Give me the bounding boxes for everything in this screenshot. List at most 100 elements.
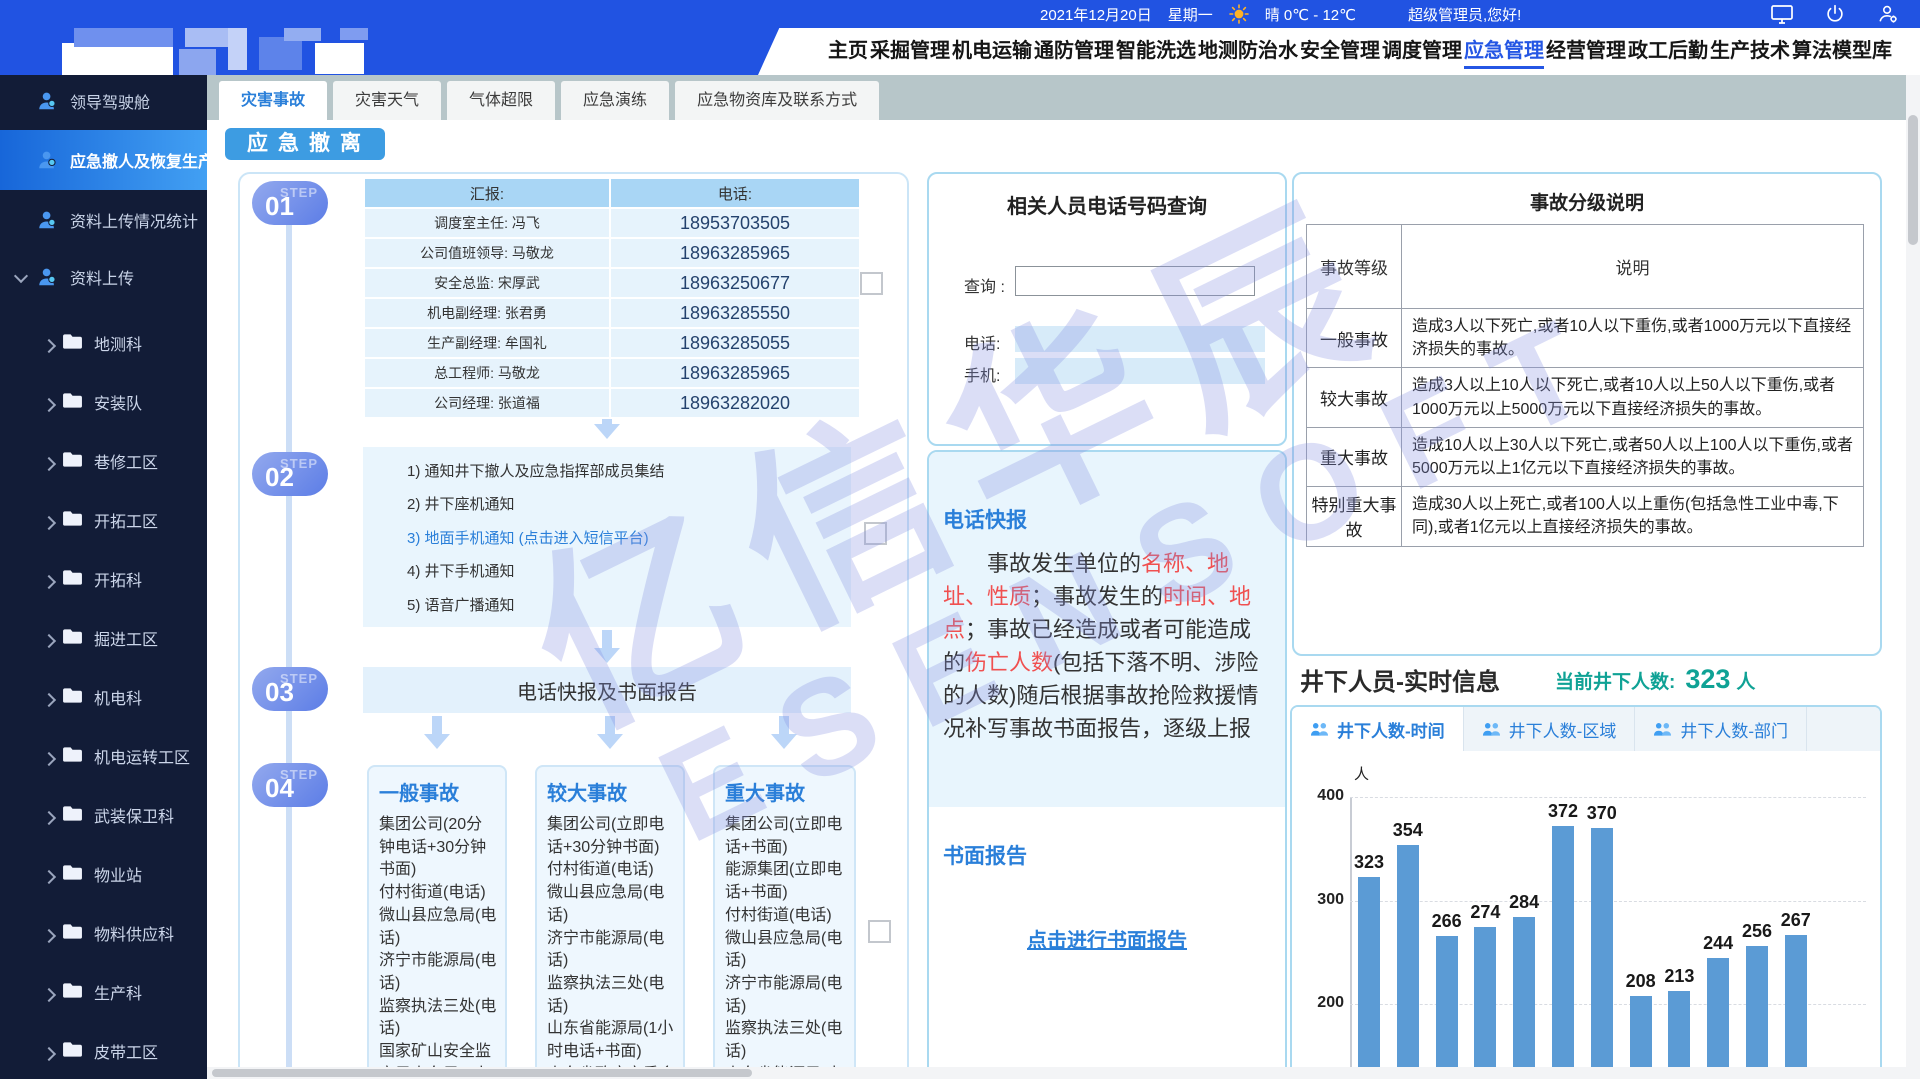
sidebar-folder-开拓工区[interactable]: 开拓工区 [0,497,207,541]
highlighted-text: 伤亡人数 [965,650,1053,675]
topbar-icons [1770,3,1900,25]
underground-title: 井下人员-实时信息 [1300,662,1500,697]
topbar-weather: 晴 0℃ - 12℃ [1265,4,1356,25]
table-row: 一般事故造成3人以下死亡,或者10人以下重伤,或者1000万元以下直接经济损失的… [1307,309,1864,368]
table-row: 调度室主任: 冯飞18953703505 [365,209,859,237]
nav-item-地测防治水[interactable]: 地测防治水 [1198,34,1298,69]
sidebar-folder-巷修工区[interactable]: 巷修工区 [0,438,207,482]
grade-description: 造成30人以上死亡,或者100人以上重伤(包括急性工业中毒,下同),或者1亿元以… [1402,487,1864,546]
chevron-right-icon [42,988,56,1002]
chart-bar-value: 370 [1578,803,1626,824]
report-table-header: 电话: [611,179,859,207]
y-axis-tick: 300 [1302,891,1344,909]
chart-tab-井下人数-区域[interactable]: 井下人数-区域 [1464,707,1636,751]
sidebar-folder-开拓科[interactable]: 开拓科 [0,556,207,600]
step-badge-02: STEP02 [252,452,328,496]
nav-item-经营管理[interactable]: 经营管理 [1546,34,1626,69]
accident-box-title: 重大事故 [725,777,846,806]
sidebar-folder-机电运转工区[interactable]: 机电运转工区 [0,733,207,777]
monitor-icon[interactable] [1770,3,1794,25]
vertical-scrollbar-thumb[interactable] [1908,115,1918,245]
notify-item: 4) 井下手机通知 [407,560,851,581]
sidebar-folder-地测科[interactable]: 地测科 [0,320,207,364]
accident-box-body: 集团公司(立即电话+30分钟书面) 付村街道(电话) 微山县应急局(电话) 济宁… [547,814,675,1077]
accident-box-title: 一般事故 [379,777,497,806]
notify-item: 1) 通知井下撤人及应急指挥部成员集结 [407,460,851,481]
nav-item-智能洗选[interactable]: 智能洗选 [1116,34,1196,69]
y-axis-tick: 400 [1302,787,1344,805]
report-person: 公司经理: 张道福 [365,389,609,417]
nav-item-安全管理[interactable]: 安全管理 [1300,34,1380,69]
sidebar-folder-生产科[interactable]: 生产科 [0,969,207,1013]
notify-item-link[interactable]: 3) 地面手机通知 (点击进入短信平台) [407,527,851,548]
step2-checkbox[interactable] [864,522,887,545]
chart-tab-井下人数-部门[interactable]: 井下人数-部门 [1635,707,1807,751]
folder-icon [62,510,83,527]
nav-item-采掘管理[interactable]: 采掘管理 [870,34,950,69]
chevron-right-icon [42,811,56,825]
tab-灾害天气[interactable]: 灾害天气 [333,81,441,120]
step1-checkbox[interactable] [860,272,883,295]
underground-chart-panel: 井下人数-时间井下人数-区域井下人数-部门 人 2003004003233542… [1290,705,1882,1079]
sidebar-item-资料上传情况统计[interactable]: 资料上传情况统计 [0,198,207,242]
user-settings-icon[interactable] [1876,3,1900,25]
nav-item-生产技术[interactable]: 生产技术 [1710,34,1790,69]
sidebar-folder-安装队[interactable]: 安装队 [0,379,207,423]
person-icon [36,90,59,112]
horizontal-scrollbar-thumb[interactable] [212,1069,752,1077]
table-row: 公司经理: 张道福18963282020 [365,389,859,417]
folder-label: 安装队 [94,390,142,414]
sidebar-item-label: 资料上传 [70,265,134,289]
grade-description: 造成3人以上10人以下死亡,或者10人以上50人以下重伤,或者1000万元以上5… [1402,368,1864,427]
report-person: 总工程师: 马敬龙 [365,359,609,387]
chart-tab-井下人数-时间[interactable]: 井下人数-时间 [1292,707,1464,751]
tab-灾害事故[interactable]: 灾害事故 [219,81,327,120]
nav-item-主页[interactable]: 主页 [828,34,868,69]
sidebar-item-应急撤人及恢复生产流程[interactable]: 应急撤人及恢复生产流程 [0,130,207,190]
chart-tabs: 井下人数-时间井下人数-区域井下人数-部门 [1292,707,1880,752]
sidebar: 领导驾驶舱应急撤人及恢复生产流程资料上传情况统计资料上传地测科安装队巷修工区开拓… [0,75,207,1079]
query-input[interactable] [1015,266,1255,296]
accident-grade-panel: 事故分级说明 事故等级说明一般事故造成3人以下死亡,或者10人以下重伤,或者10… [1292,172,1882,656]
grade-level: 特别重大事故 [1307,487,1402,546]
chevron-down-icon [14,269,28,283]
sidebar-item-领导驾驶舱[interactable]: 领导驾驶舱 [0,79,207,123]
step-number: 04 [265,773,294,804]
nav-item-调度管理[interactable]: 调度管理 [1382,34,1462,69]
sidebar-item-资料上传[interactable]: 资料上传 [0,255,207,299]
tab-气体超限[interactable]: 气体超限 [447,81,555,120]
report-person: 生产副经理: 牟国礼 [365,329,609,357]
power-icon[interactable] [1824,3,1846,25]
step-number: 02 [265,462,294,493]
person-icon [36,149,59,171]
sidebar-folder-物料供应科[interactable]: 物料供应科 [0,910,207,954]
sidebar-folder-皮带工区[interactable]: 皮带工区 [0,1028,207,1072]
chart-bar-value: 354 [1384,820,1432,841]
underground-current: 当前井下人数: 323 人 [1555,664,1755,695]
nav-item-政工后勤[interactable]: 政工后勤 [1628,34,1708,69]
step-badge-03: STEP03 [252,667,328,711]
step4-checkbox[interactable] [868,920,891,943]
chart-bar-value: 213 [1655,966,1703,987]
accident-box-一般事故: 一般事故集团公司(20分钟电话+30分钟书面) 付村街道(电话) 微山县应急局(… [367,765,507,1077]
folder-label: 物料供应科 [94,921,174,945]
table-row: 重大事故造成10人以上30人以下死亡,或者50人以上100人以下重伤,或者500… [1307,427,1864,486]
folder-label: 生产科 [94,980,142,1004]
sidebar-folder-武装保卫科[interactable]: 武装保卫科 [0,792,207,836]
written-report-link[interactable]: 点击进行书面报告 [929,924,1285,953]
tab-应急物资库及联系方式[interactable]: 应急物资库及联系方式 [675,81,879,120]
folder-icon [62,333,83,350]
current-count-label: 当前井下人数: [1555,667,1675,694]
nav-item-算法模型库[interactable]: 算法模型库 [1792,34,1892,69]
nav-item-机电运输[interactable]: 机电运输 [952,34,1032,69]
nav-item-应急管理[interactable]: 应急管理 [1464,34,1544,69]
sidebar-folder-机电科[interactable]: 机电科 [0,674,207,718]
chart-bar [1474,927,1496,1079]
sidebar-folder-掘进工区[interactable]: 掘进工区 [0,615,207,659]
nav-item-通防管理[interactable]: 通防管理 [1034,34,1114,69]
chevron-right-icon [42,929,56,943]
folder-label: 机电运转工区 [94,744,190,768]
tab-应急演练[interactable]: 应急演练 [561,81,669,120]
sidebar-folder-物业站[interactable]: 物业站 [0,851,207,895]
grade-level: 一般事故 [1307,309,1402,368]
